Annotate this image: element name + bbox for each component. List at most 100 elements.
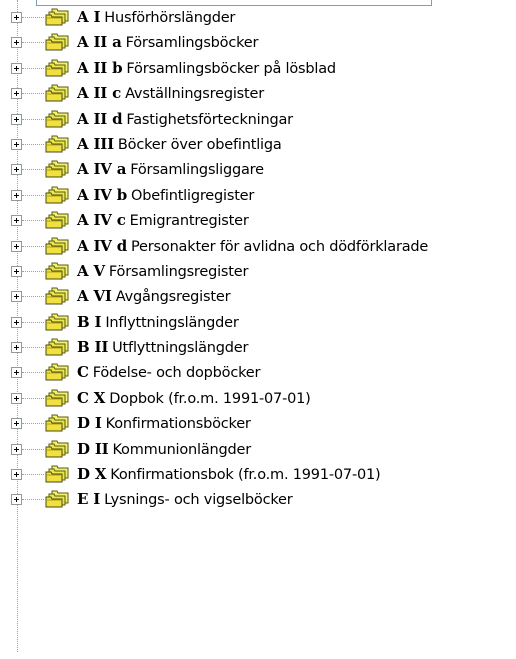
tree-branch-line xyxy=(22,17,44,18)
tree-node-label[interactable]: C Födelse- och dopböcker xyxy=(77,362,260,383)
tree-node-label[interactable]: E I Lysnings- och vigselböcker xyxy=(77,489,293,510)
folder-stack-icon xyxy=(45,287,69,305)
tree-node-0[interactable]: A I Husförhörslängder xyxy=(0,5,516,30)
tree-branch-line xyxy=(22,42,44,44)
tree-branch-line xyxy=(22,270,44,272)
tree-node-10[interactable]: A V Församlingsregister xyxy=(0,259,516,284)
node-code: A IV c xyxy=(77,211,126,230)
node-code: A II a xyxy=(77,33,122,52)
node-title: Församlingsböcker på lösblad xyxy=(126,60,336,77)
node-code: A II c xyxy=(77,84,122,103)
node-title: Fastighetsförteckningar xyxy=(126,111,293,128)
node-code: C X xyxy=(77,388,106,407)
tree-node-12[interactable]: B I Inflyttningslängder xyxy=(0,310,516,335)
node-title: Avställningsregister xyxy=(125,86,264,103)
tree-node-19[interactable]: E I Lysnings- och vigselböcker xyxy=(0,487,516,512)
node-code: D X xyxy=(77,465,107,484)
tree-node-label[interactable]: D X Konfirmationsbok (fr.o.m. 1991-07-01) xyxy=(77,464,381,485)
folder-stack-icon xyxy=(45,59,69,77)
node-code: A VI xyxy=(77,287,112,306)
folder-stack-icon xyxy=(45,160,69,178)
expand-plus-icon[interactable] xyxy=(11,215,22,227)
node-title: Lysnings- och vigselböcker xyxy=(104,492,293,509)
folder-stack-icon xyxy=(45,110,69,128)
expand-plus-icon[interactable] xyxy=(11,240,22,252)
node-title: Emigrantregister xyxy=(129,213,249,230)
folder-stack-icon xyxy=(45,211,69,229)
tree-node-label[interactable]: A II a Församlingsböcker xyxy=(77,32,258,53)
expand-plus-icon[interactable] xyxy=(11,88,22,100)
expand-plus-icon[interactable] xyxy=(11,367,22,379)
node-code: A I xyxy=(77,8,101,26)
tree-node-13[interactable]: B II Utflyttningslängder xyxy=(0,335,516,360)
tree-node-label[interactable]: A II b Församlingsböcker på lösblad xyxy=(77,58,336,79)
expand-plus-icon[interactable] xyxy=(11,392,22,404)
expand-plus-icon[interactable] xyxy=(11,37,22,49)
folder-stack-icon xyxy=(45,338,69,356)
tree-node-label[interactable]: A IV b Obefintligregister xyxy=(77,185,254,206)
tree-node-label[interactable]: A IV c Emigrantregister xyxy=(77,210,249,231)
tree-node-label[interactable]: A I Husförhörslängder xyxy=(77,7,235,28)
expand-plus-icon[interactable] xyxy=(11,418,22,430)
tree-node-8[interactable]: A IV c Emigrantregister xyxy=(0,208,516,233)
folder-stack-icon xyxy=(45,84,69,102)
tree-branch-line xyxy=(22,67,44,69)
tree-node-label[interactable]: A II c Avställningsregister xyxy=(77,83,264,104)
tree-node-label[interactable]: A III Böcker över obefintliga xyxy=(77,134,282,155)
expand-plus-icon[interactable] xyxy=(11,494,22,506)
expand-plus-icon[interactable] xyxy=(11,62,22,74)
tree-node-16[interactable]: D I Konfirmationsböcker xyxy=(0,411,516,436)
tree-node-label[interactable]: B I Inflyttningslängder xyxy=(77,312,239,333)
node-title: Böcker över obefintliga xyxy=(117,136,282,153)
expand-plus-icon[interactable] xyxy=(11,265,22,277)
tree-node-1[interactable]: A II a Församlingsböcker xyxy=(0,30,516,55)
expand-plus-icon[interactable] xyxy=(11,469,22,481)
node-code: A IV b xyxy=(77,185,128,204)
tree-branch-line xyxy=(22,194,44,196)
node-title: Födelse- och dopböcker xyxy=(92,365,261,382)
expand-plus-icon[interactable] xyxy=(11,189,22,201)
tree-node-label[interactable]: D I Konfirmationsböcker xyxy=(77,413,251,434)
node-title: Konfirmationsbok (fr.o.m. 1991-07-01) xyxy=(110,467,381,484)
tree-branch-line xyxy=(22,397,44,399)
expand-plus-icon[interactable] xyxy=(11,138,22,150)
tree-branch-line xyxy=(22,169,44,171)
tree-node-label[interactable]: A IV a Församlingsliggare xyxy=(77,159,264,180)
tree-node-17[interactable]: D II Kommunionlängder xyxy=(0,437,516,462)
tree-node-14[interactable]: C Födelse- och dopböcker xyxy=(0,360,516,385)
expand-plus-icon[interactable] xyxy=(11,113,22,125)
tree-node-label[interactable]: D II Kommunionlängder xyxy=(77,439,251,460)
node-title: Kommunionlängder xyxy=(112,441,252,458)
folder-stack-icon xyxy=(45,414,69,432)
node-title: Avgångsregister xyxy=(115,289,231,306)
tree-node-3[interactable]: A II c Avställningsregister xyxy=(0,81,516,106)
tree-node-11[interactable]: A VI Avgångsregister xyxy=(0,284,516,309)
tree-node-7[interactable]: A IV b Obefintligregister xyxy=(0,183,516,208)
tree-node-18[interactable]: D X Konfirmationsbok (fr.o.m. 1991-07-01) xyxy=(0,462,516,487)
tree-node-5[interactable]: A III Böcker över obefintliga xyxy=(0,132,516,157)
expand-plus-icon[interactable] xyxy=(11,342,22,354)
tree-node-15[interactable]: C X Dopbok (fr.o.m. 1991-07-01) xyxy=(0,386,516,411)
folder-stack-icon xyxy=(45,490,69,508)
tree-node-9[interactable]: A IV d Personakter för avlidna och dödför… xyxy=(0,234,516,259)
tree-branch-line xyxy=(22,245,44,247)
tree-node-label[interactable]: A VI Avgångsregister xyxy=(77,286,231,307)
expand-plus-icon[interactable] xyxy=(11,291,22,303)
node-title: Församlingsregister xyxy=(108,263,249,280)
tree-node-label[interactable]: A II d Fastighetsförteckningar xyxy=(77,109,293,130)
tree-node-label[interactable]: A V Församlingsregister xyxy=(77,261,248,282)
tree-branch-line xyxy=(22,347,44,349)
expand-plus-icon[interactable] xyxy=(11,164,22,176)
tree-node-label[interactable]: B II Utflyttningslängder xyxy=(77,337,248,358)
folder-stack-icon xyxy=(45,363,69,381)
expand-plus-icon[interactable] xyxy=(11,316,22,328)
tree-node-6[interactable]: A IV a Församlingsliggare xyxy=(0,157,516,182)
node-title: Församlingsliggare xyxy=(130,162,264,179)
tree-node-4[interactable]: A II d Fastighetsförteckningar xyxy=(0,107,516,132)
expand-plus-icon[interactable] xyxy=(11,12,22,23)
tree-node-label[interactable]: C X Dopbok (fr.o.m. 1991-07-01) xyxy=(77,388,311,409)
expand-plus-icon[interactable] xyxy=(11,443,22,455)
tree-node-label[interactable]: A IV d Personakter för avlidna och dödför… xyxy=(77,236,428,257)
folder-stack-icon xyxy=(45,313,69,331)
tree-node-2[interactable]: A II b Församlingsböcker på lösblad xyxy=(0,56,516,81)
